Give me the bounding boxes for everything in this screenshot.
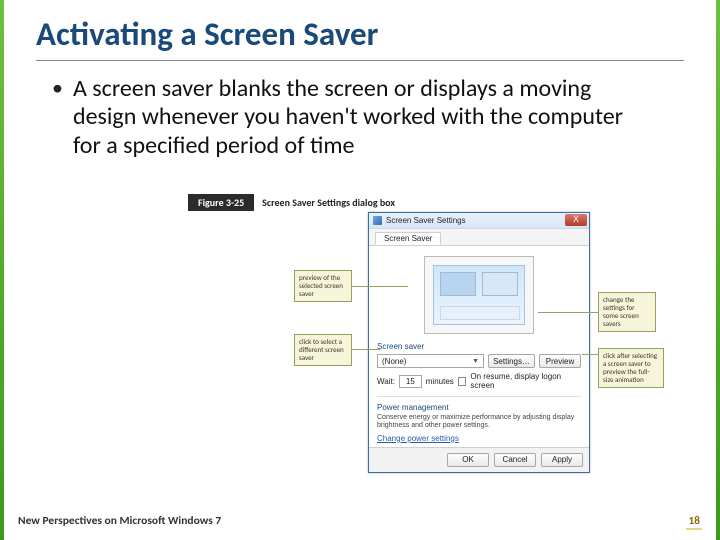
pm-heading: Power management (377, 403, 581, 412)
screensaver-settings-dialog: Screen Saver Settings X Screen Saver Scr… (368, 212, 590, 473)
preview-thumb (482, 272, 518, 296)
bullet-text: A screen saver blanks the screen or disp… (73, 75, 633, 160)
pm-description: Conserve energy or maximize performance … (377, 414, 581, 431)
screensaver-dropdown[interactable]: (None) ▼ (377, 354, 484, 368)
dialog-title: Screen Saver Settings (386, 216, 466, 225)
resume-checkbox[interactable] (458, 377, 467, 386)
dialog-body: Screen saver (None) ▼ Settings… Preview … (369, 246, 589, 447)
dialog-tabstrip: Screen Saver (369, 229, 589, 246)
tab-screen-saver[interactable]: Screen Saver (375, 232, 441, 245)
apply-button[interactable]: Apply (541, 453, 583, 467)
page-number: 18 (686, 514, 702, 530)
slide-title: Activating a Screen Saver (0, 0, 720, 60)
cancel-button[interactable]: Cancel (494, 453, 536, 467)
slide-right-accent (716, 0, 720, 540)
screensaver-select-row: (None) ▼ Settings… Preview (377, 354, 581, 368)
callout-line (352, 349, 380, 350)
callout-select: click to select a different screen saver (294, 334, 352, 366)
section-label: Screen saver (377, 342, 581, 351)
wait-label: Wait: (377, 377, 395, 386)
figure-number: Figure 3-25 (188, 194, 254, 211)
screensaver-preview-monitor (424, 256, 534, 334)
callout-line (582, 354, 598, 355)
change-power-settings-link[interactable]: Change power settings (377, 434, 459, 443)
preview-button[interactable]: Preview (539, 354, 581, 368)
bullet-marker: • (52, 75, 73, 160)
monitor-screen (433, 265, 525, 325)
wait-spinner[interactable]: 15 (399, 375, 422, 388)
ok-button[interactable]: OK (447, 453, 489, 467)
callout-preview-button: click after selecting a screen saver to … (598, 348, 664, 388)
settings-button[interactable]: Settings… (488, 354, 535, 368)
footer-book-title: New Perspectives on Microsoft Windows 7 (18, 514, 221, 530)
resume-label: On resume, display logon screen (470, 372, 581, 390)
dialog-footer: OK Cancel Apply (369, 447, 589, 472)
callout-line (352, 286, 408, 287)
dropdown-value: (None) (382, 357, 406, 366)
callout-preview: preview of the selected screen saver (294, 270, 352, 302)
wait-row: Wait: 15 minutes On resume, display logo… (377, 372, 581, 390)
slide-footer: New Perspectives on Microsoft Windows 7 … (18, 514, 702, 530)
title-underline (36, 60, 684, 61)
dialog-icon (373, 216, 382, 225)
chevron-down-icon: ▼ (472, 358, 479, 365)
callout-line (538, 312, 598, 313)
wait-value: 15 (406, 377, 415, 386)
close-button[interactable]: X (565, 214, 587, 226)
preview-taskbar (440, 306, 520, 320)
wait-unit: minutes (426, 377, 454, 386)
dialog-titlebar: Screen Saver Settings X (369, 213, 589, 229)
preview-thumb (440, 272, 476, 296)
slide-left-accent (0, 0, 4, 540)
figure-label: Figure 3-25 Screen Saver Settings dialog… (188, 194, 395, 211)
bullet-row: • A screen saver blanks the screen or di… (0, 75, 720, 166)
callout-settings: change the settings for some screen save… (598, 292, 656, 332)
figure-caption: Screen Saver Settings dialog box (254, 196, 395, 209)
power-management-section: Power management Conserve energy or maxi… (377, 396, 581, 443)
